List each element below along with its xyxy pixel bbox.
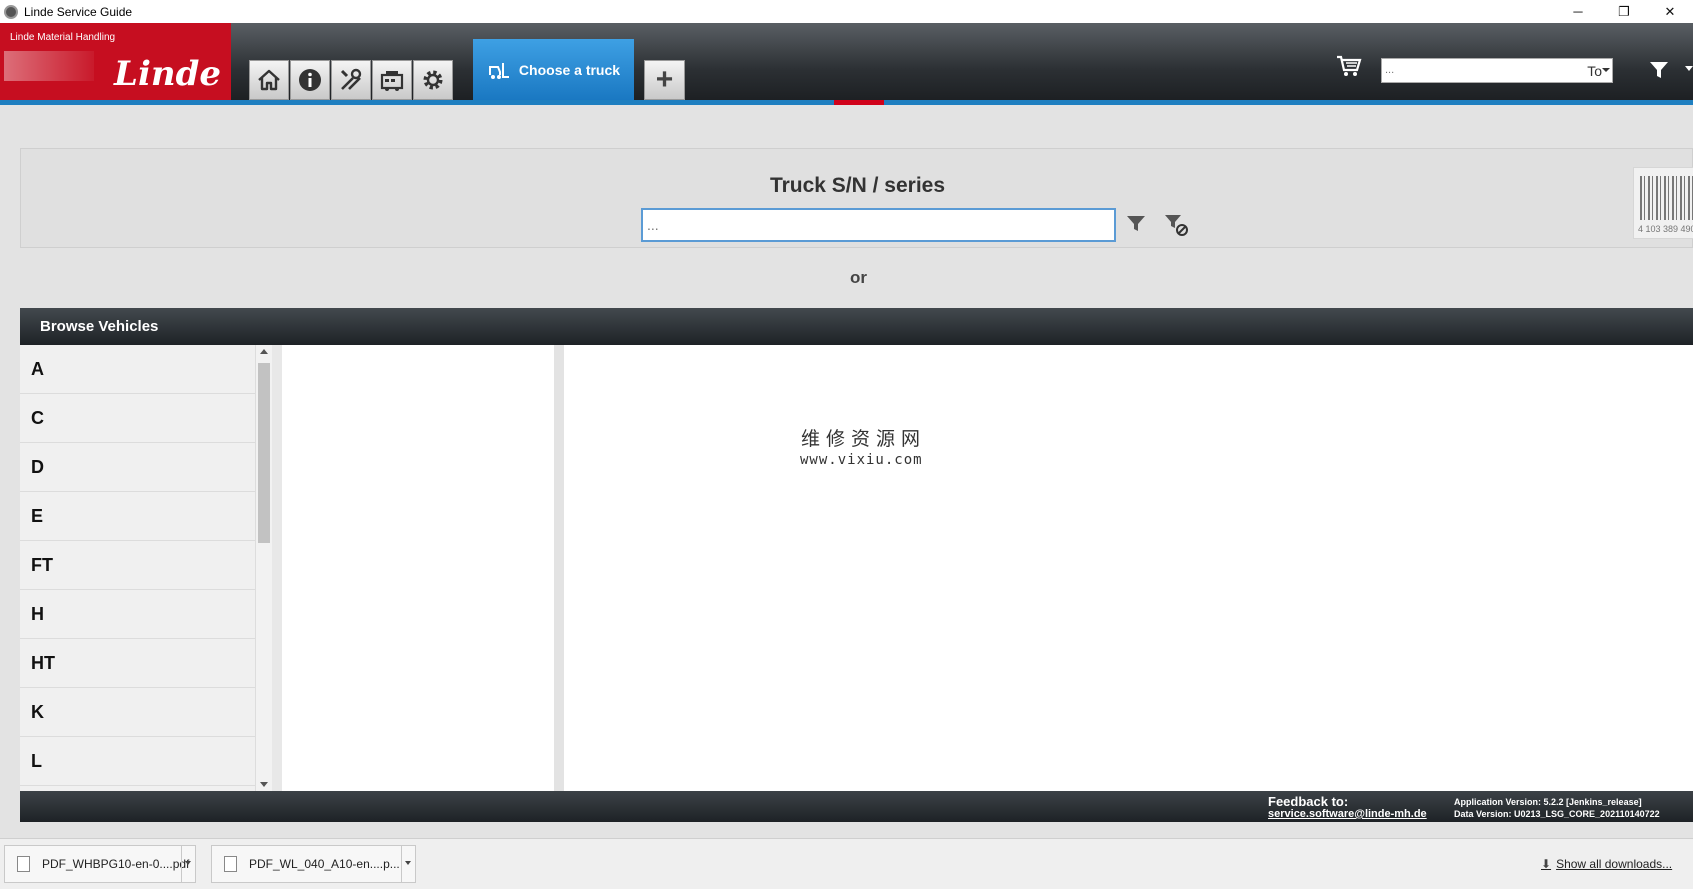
tools-icon [340,68,362,90]
scroll-down-icon[interactable] [260,782,268,787]
list-item[interactable]: HT [20,639,255,688]
list-item[interactable]: FT [20,541,255,590]
brand-logo: Linde [114,54,221,94]
forklift-icon [488,62,509,79]
chevron-down-icon[interactable] [1602,68,1610,72]
clear-filter-icon[interactable] [1163,212,1189,238]
list-item[interactable]: H [20,590,255,639]
model-list: 维修资源网 www.vixiu.com [564,345,1693,791]
gear-icon [423,70,443,90]
series-list [282,345,554,791]
window-title: Linde Service Guide [24,4,133,19]
pdf-file-icon [224,856,237,872]
watermark-text: 维修资源网 [801,428,927,450]
letter-list-scrollbar[interactable] [255,345,272,791]
browse-footer: Feedback to: service.software@linde-mh.d… [20,791,1693,822]
list-item[interactable]: C [20,394,255,443]
browse-vehicles-panel: Browse Vehicles A C D E FT H HT K L 维修资源… [20,308,1693,822]
list-item[interactable]: L [20,737,255,786]
restore-button[interactable]: ❐ [1601,0,1647,23]
show-all-downloads-label: Show all downloads... [1556,857,1673,871]
window-controls: ─ ❐ ✕ [1555,0,1693,23]
truck-sn-input[interactable] [641,208,1116,242]
download-arrow-icon: ⬇ [1541,857,1552,871]
scrollbar-thumb[interactable] [258,363,270,543]
filter-icon[interactable] [1125,213,1147,235]
search-scope-select[interactable]: To [1587,63,1602,79]
show-all-downloads-link[interactable]: ⬇ Show all downloads... [1541,857,1672,871]
download-filename: PDF_WHBPG10-en-0....pdf [42,857,190,871]
app-version: Application Version: 5.2.2 [Jenkins_rele… [1454,797,1642,807]
scroll-up-icon[interactable] [260,349,268,354]
list-item[interactable]: D [20,443,255,492]
download-item[interactable]: PDF_WL_040_A10-en....p... [211,845,416,883]
add-tab-button[interactable]: + [644,60,685,100]
or-separator: or [850,268,867,287]
truck-search-title: Truck S/N / series [769,174,946,197]
close-button[interactable]: ✕ [1647,0,1693,23]
minimize-button[interactable]: ─ [1555,0,1601,23]
cart-icon[interactable] [1335,52,1363,80]
downloads-bar: PDF_WHBPG10-en-0....pdf PDF_WL_040_A10-e… [0,838,1693,889]
diagnostics-button[interactable] [372,60,412,100]
download-filename: PDF_WL_040_A10-en....p... [249,857,400,871]
letter-list: A C D E FT H HT K L [20,345,255,791]
header-search: To [1381,58,1613,83]
list-item[interactable]: A [20,345,255,394]
feedback-email-link[interactable]: service.software@linde-mh.de [1268,808,1427,820]
pdf-file-icon [17,856,30,872]
brand-line: Linde Material Handling [10,32,116,43]
linde-logo[interactable]: Linde Material Handling Linde [0,23,231,100]
column-divider[interactable] [554,345,564,791]
filter-icon[interactable] [1647,58,1671,82]
info-icon [299,69,321,91]
truck-search-panel: Truck S/N / series 4 103 389 4902 [20,148,1693,248]
watermark-url: www.vixiu.com [800,452,923,468]
column-divider [272,345,282,791]
active-tab-indicator [834,100,884,105]
home-icon [258,69,280,91]
download-item[interactable]: PDF_WHBPG10-en-0....pdf [4,845,196,883]
data-version: Data Version: U0213_LSG_CORE_20211014072… [1454,809,1660,819]
browse-vehicles-title: Browse Vehicles [20,308,1693,345]
window-titlebar: Linde Service Guide ─ ❐ ✕ [0,0,1693,23]
header-menu-chevron-icon[interactable] [1685,66,1693,71]
logo-decoration [4,51,94,81]
tools-button[interactable] [331,60,371,100]
tab-choose-truck[interactable]: Choose a truck [473,39,634,100]
tab-choose-truck-label: Choose a truck [518,61,621,78]
barcode-scan-button[interactable]: 4 103 389 4902 [1633,167,1693,239]
info-button[interactable] [290,60,330,100]
barcode-number: 4 103 389 4902 [1638,224,1693,234]
diagnostics-icon [380,71,404,91]
settings-button[interactable] [413,60,453,100]
download-menu-chevron-icon[interactable] [401,846,415,882]
list-item[interactable]: K [20,688,255,737]
home-button[interactable] [249,60,289,100]
feedback-label: Feedback to: [1268,794,1349,809]
list-item[interactable]: E [20,492,255,541]
app-icon [4,4,18,19]
barcode-icon [1640,176,1693,220]
header-search-input[interactable] [1382,59,1572,81]
download-menu-chevron-icon[interactable] [181,846,195,882]
